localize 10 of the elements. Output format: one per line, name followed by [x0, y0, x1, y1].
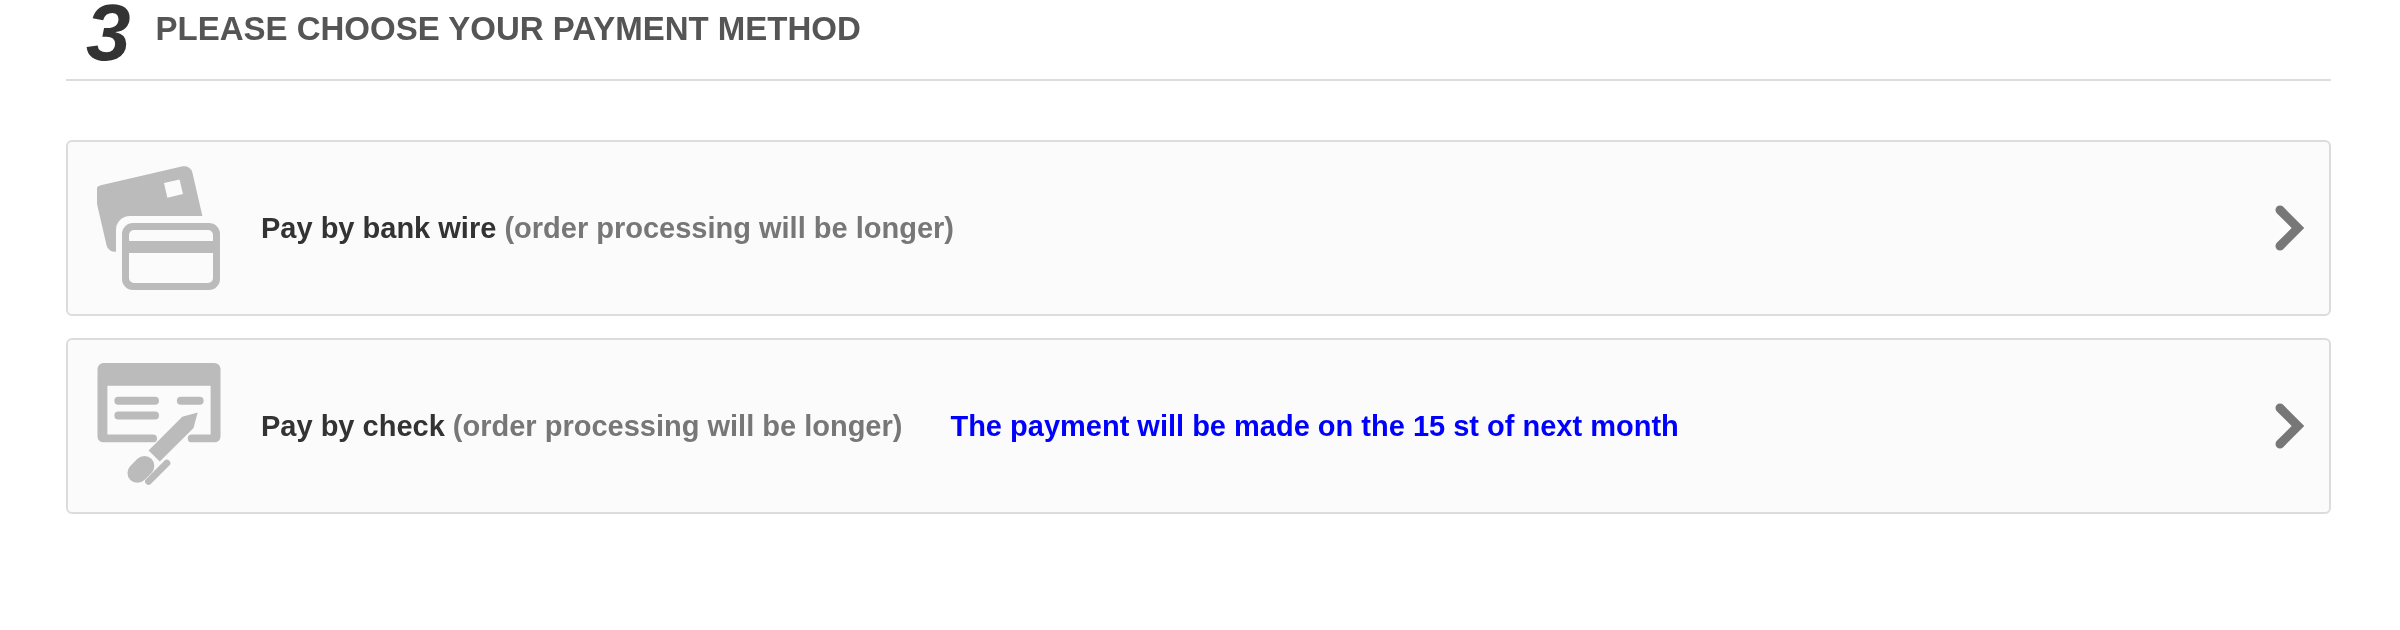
- payment-option-card[interactable]: Pay by check (order processing will be longer) The payment will be made on the 15 st of next month: [66, 338, 2331, 514]
- payment-option-card[interactable]: Pay by bank wire (order processing will be longer): [66, 140, 2331, 316]
- chevron-right-icon: [2275, 205, 2304, 251]
- payment-option-label: Pay by bank wire (order processing will be longer): [261, 211, 954, 245]
- chevron-right-icon: [2275, 403, 2304, 449]
- step-number: 3: [86, 0, 131, 73]
- section-title: PLEASE CHOOSE YOUR PAYMENT METHOD: [155, 12, 861, 45]
- payment-notice: The payment will be made on the 15 st of next month: [950, 409, 1679, 443]
- credit-cards-icon: [97, 165, 221, 291]
- payment-option-label: Pay by check (order processing will be longer): [261, 409, 903, 443]
